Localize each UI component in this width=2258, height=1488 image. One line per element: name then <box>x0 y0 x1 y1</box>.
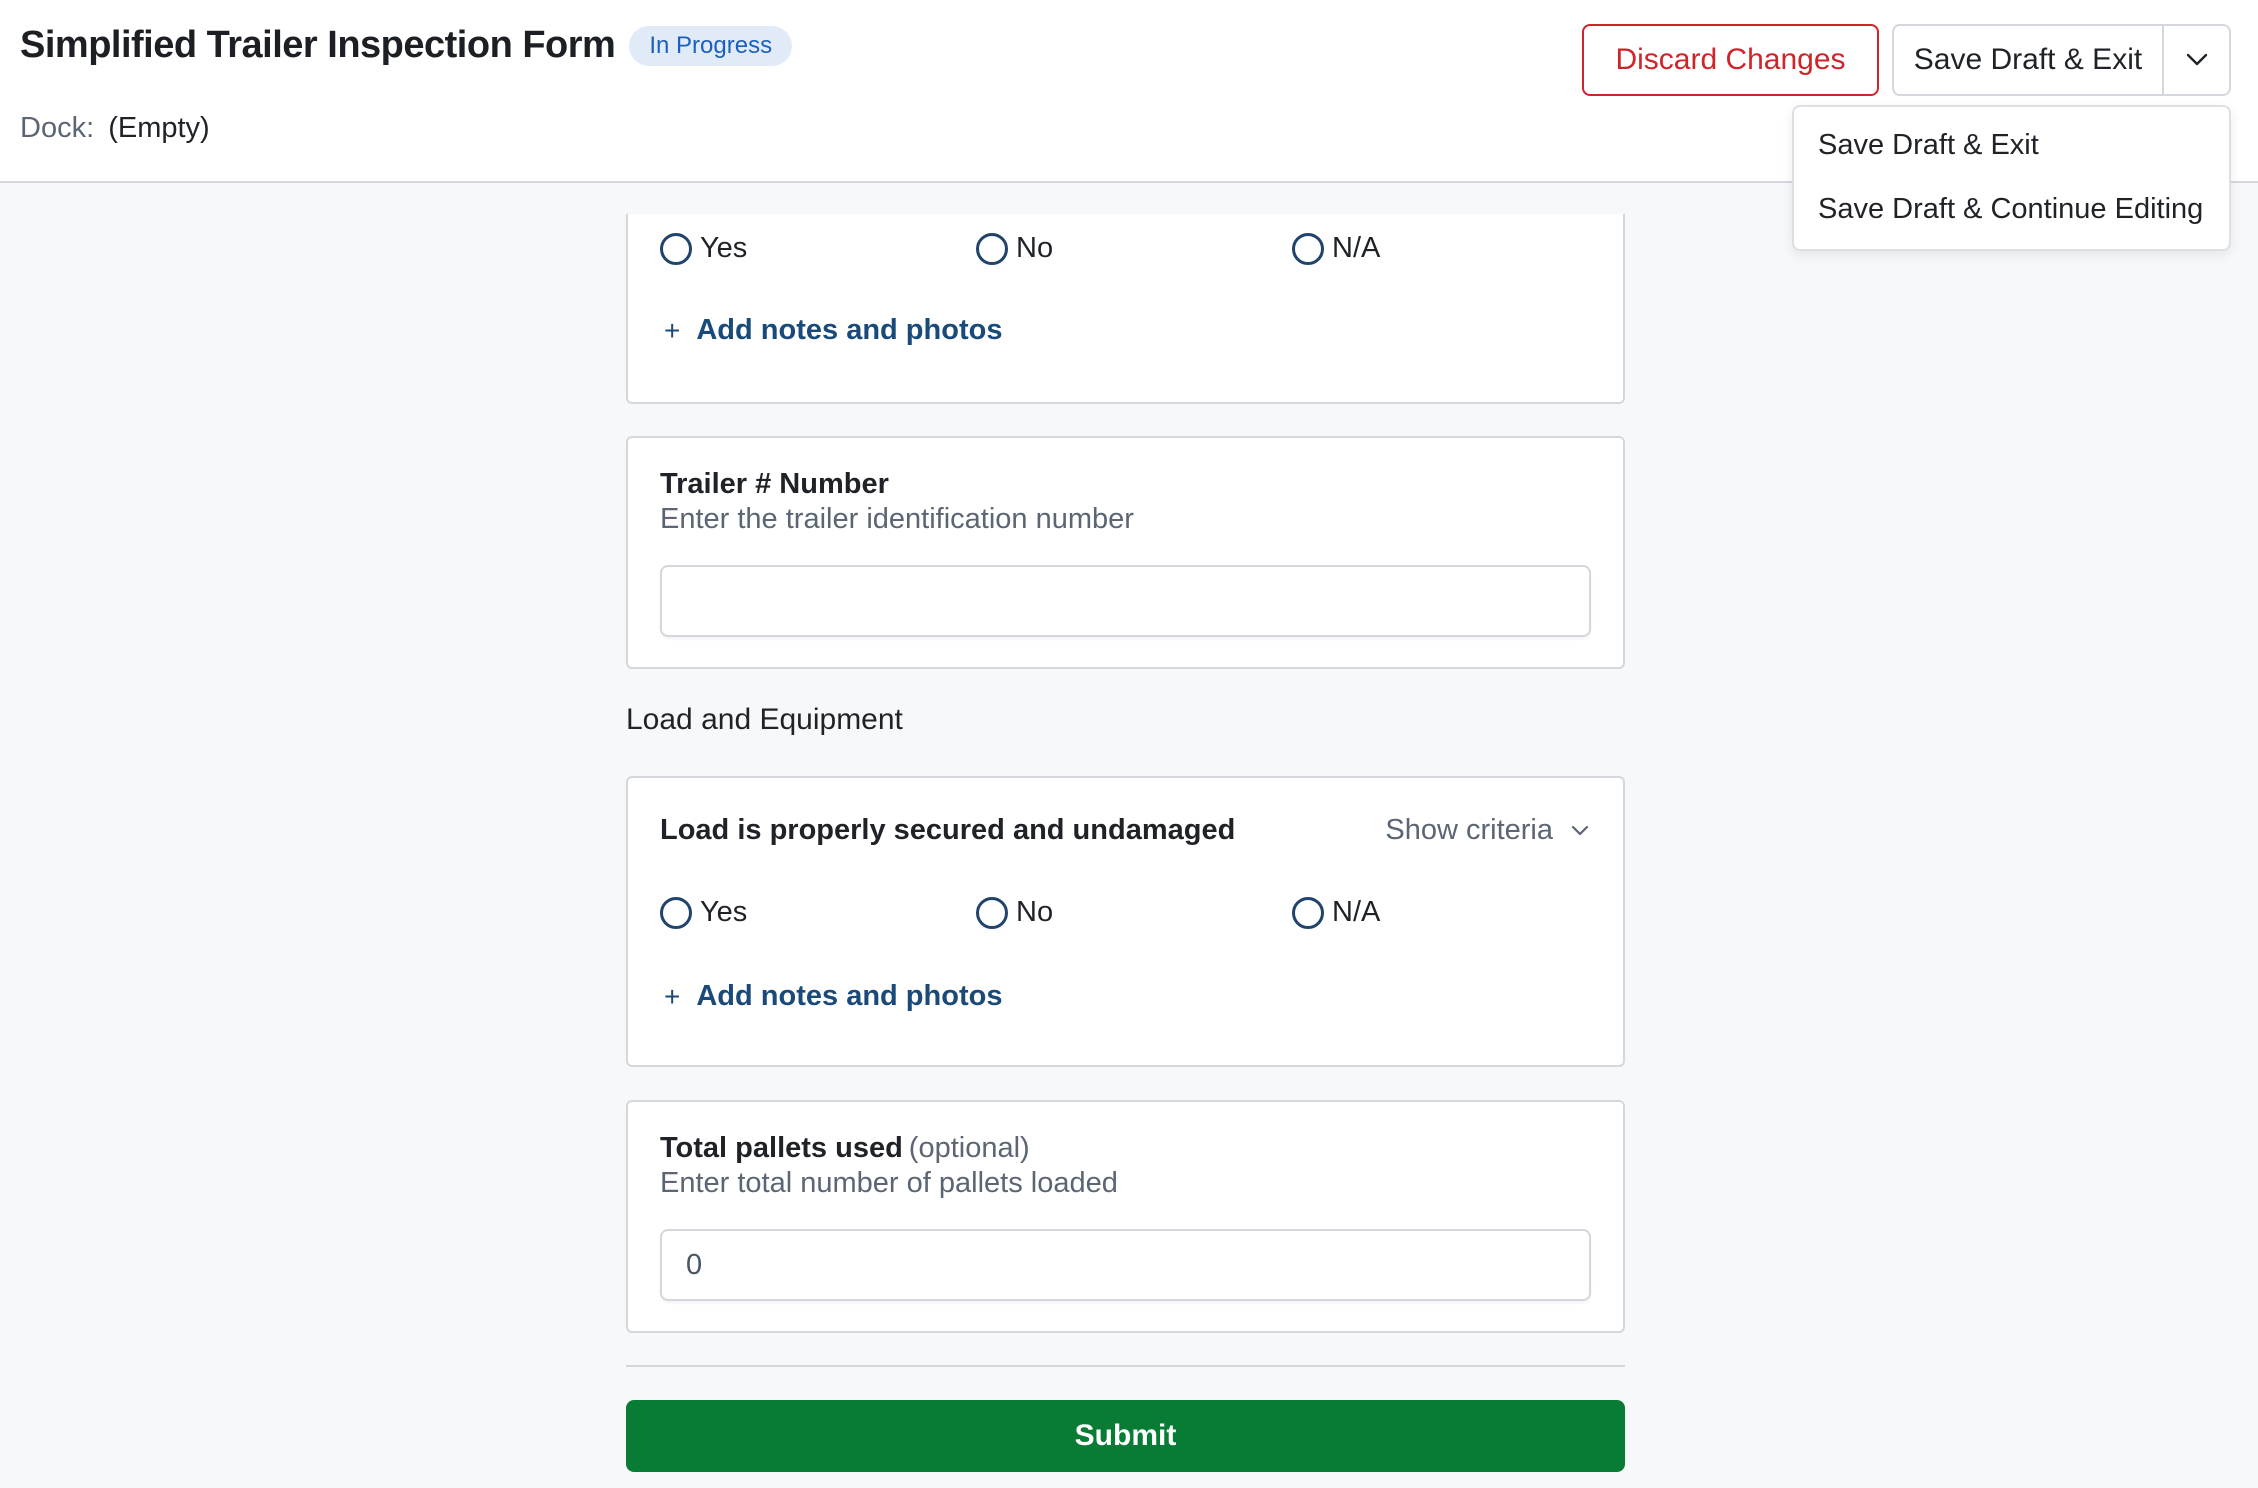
add-notes-photos-link[interactable]: + Add notes and photos <box>664 314 1002 347</box>
total-pallets-input[interactable]: 0 <box>660 1229 1591 1301</box>
menu-item-save-continue[interactable]: Save Draft & Continue Editing <box>1818 193 2203 226</box>
trailer-number-card: Trailer # Number Enter the trailer ident… <box>626 436 1625 669</box>
field-description: Enter the trailer identification number <box>660 503 1134 535</box>
radio-option-na[interactable]: N/A <box>1292 896 1380 929</box>
add-notes-label: Add notes and photos <box>696 980 1003 1012</box>
divider <box>626 1365 1625 1367</box>
save-options-toggle[interactable] <box>2164 26 2229 94</box>
radio-label: N/A <box>1332 232 1381 264</box>
submit-button[interactable]: Submit <box>626 1400 1625 1472</box>
discard-changes-button[interactable]: Discard Changes <box>1582 24 1879 96</box>
page-title: Simplified Trailer Inspection Form <box>20 24 616 66</box>
radio-label: No <box>1016 232 1054 264</box>
question-title: Load is properly secured and undamaged <box>660 814 1236 846</box>
trailer-number-input[interactable] <box>660 565 1591 637</box>
field-title: Total pallets used (optional) <box>660 1132 1030 1165</box>
field-description: Enter total number of pallets loaded <box>660 1167 1118 1199</box>
radio-label: No <box>1016 896 1054 928</box>
radio-option-no[interactable]: No <box>976 232 1292 265</box>
field-title-text: Total pallets used <box>660 1132 903 1164</box>
add-notes-photos-link[interactable]: + Add notes and photos <box>664 980 1002 1013</box>
section-heading: Load and Equipment <box>626 703 903 736</box>
plus-icon: + <box>664 980 681 1012</box>
chevron-down-icon <box>1571 825 1589 835</box>
field-title: Trailer # Number <box>660 468 889 500</box>
radio-group: Yes No N/A <box>660 232 1380 265</box>
radio-option-yes[interactable]: Yes <box>660 232 976 265</box>
radio-circle <box>660 896 692 929</box>
chevron-down-icon <box>2186 53 2207 66</box>
dock-info: Dock: (Empty) <box>20 112 210 145</box>
radio-circle <box>976 896 1008 929</box>
dock-value: (Empty) <box>108 112 210 144</box>
radio-circle <box>1292 896 1324 929</box>
question-card-previous: Yes No N/A + Add notes and photos <box>626 214 1625 404</box>
radio-option-yes[interactable]: Yes <box>660 896 976 929</box>
save-split-button: Save Draft & Exit <box>1892 24 2231 96</box>
save-options-menu: Save Draft & Exit Save Draft & Continue … <box>1792 105 2231 251</box>
show-criteria-toggle[interactable]: Show criteria <box>1385 814 1589 847</box>
menu-item-save-exit[interactable]: Save Draft & Exit <box>1818 129 2039 162</box>
status-badge: In Progress <box>629 25 793 66</box>
radio-circle <box>1292 232 1324 265</box>
total-pallets-card: Total pallets used (optional) Enter total… <box>626 1100 1625 1333</box>
radio-group: Yes No N/A <box>660 896 1380 929</box>
radio-label: N/A <box>1332 896 1381 928</box>
radio-circle <box>660 232 692 265</box>
radio-option-no[interactable]: No <box>976 896 1292 929</box>
dock-label: Dock: <box>20 112 95 144</box>
show-criteria-label: Show criteria <box>1385 814 1553 846</box>
radio-label: Yes <box>700 896 748 928</box>
title-row: Simplified Trailer Inspection Form In Pr… <box>20 24 793 67</box>
plus-icon: + <box>664 314 681 346</box>
radio-circle <box>976 232 1008 265</box>
optional-label: (optional) <box>908 1132 1030 1164</box>
add-notes-label: Add notes and photos <box>696 314 1003 346</box>
radio-label: Yes <box>700 232 748 264</box>
question-card-load: Load is properly secured and undamaged S… <box>626 776 1625 1067</box>
save-draft-exit-button[interactable]: Save Draft & Exit <box>1894 26 2164 94</box>
radio-option-na[interactable]: N/A <box>1292 232 1380 265</box>
